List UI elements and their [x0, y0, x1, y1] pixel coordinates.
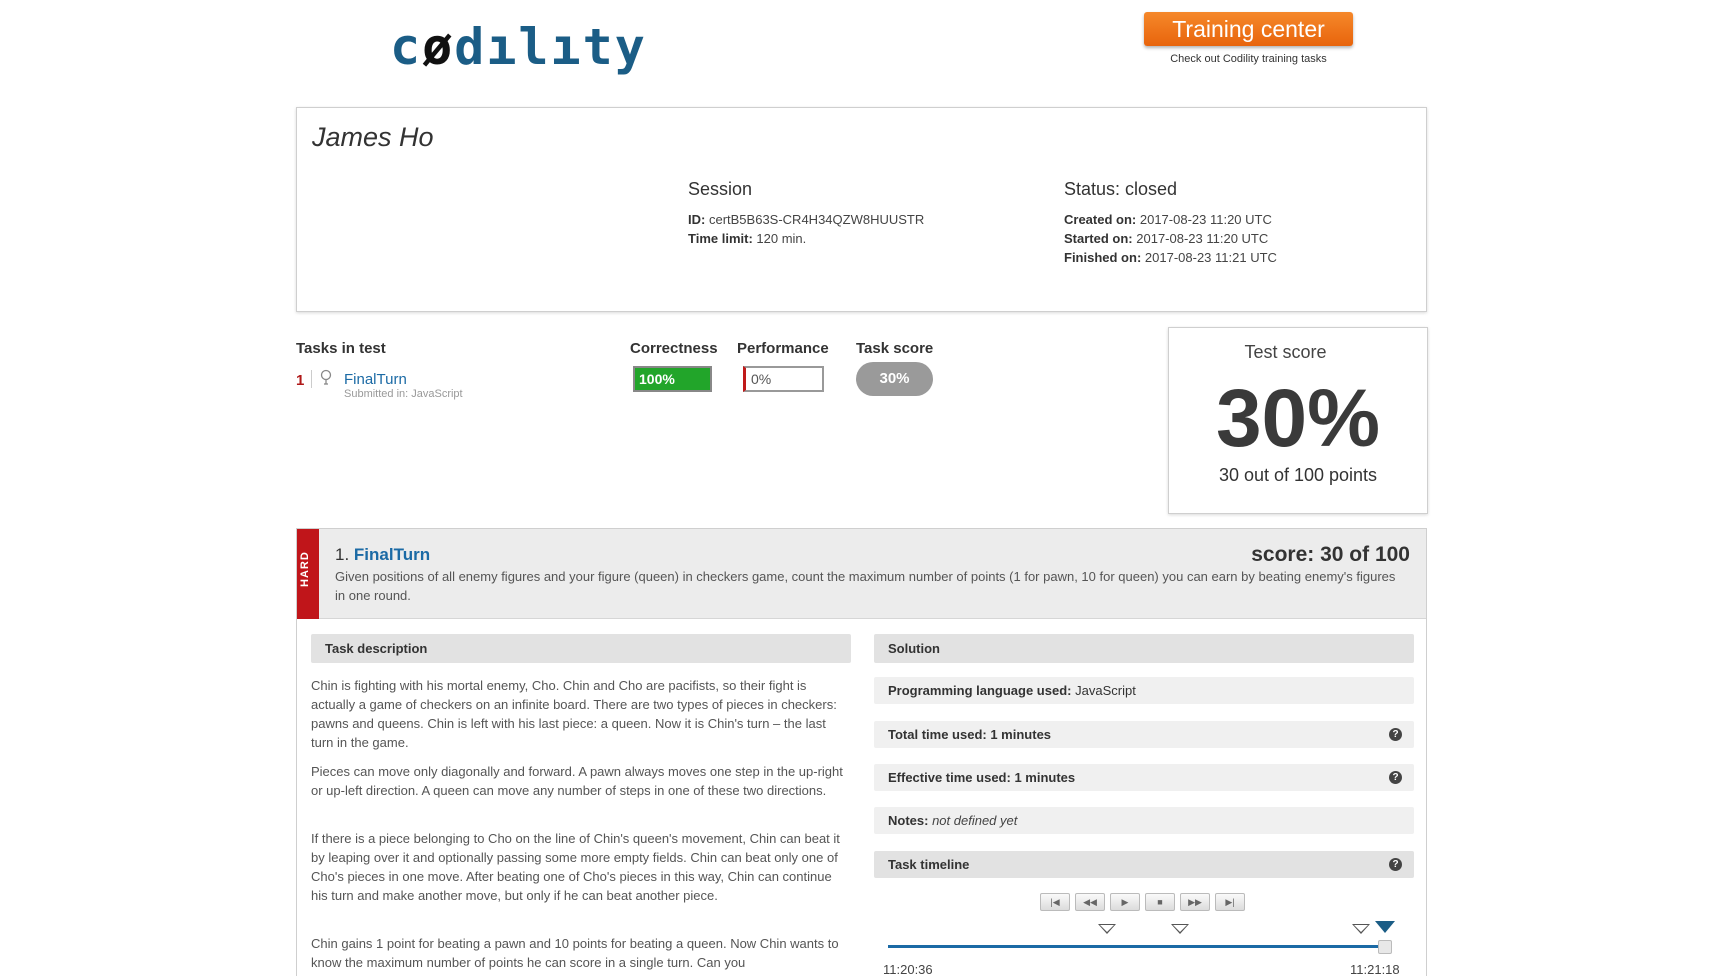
- timeline-forward-button[interactable]: ▶▶: [1180, 893, 1210, 911]
- effective-time-row: Effective time used: 1 minutes ?: [874, 764, 1414, 791]
- timeline-end-time: 11:21:18: [1350, 962, 1400, 976]
- created-on: Created on: 2017-08-23 11:20 UTC: [1064, 212, 1272, 227]
- tasks-in-test-header: Tasks in test: [296, 340, 386, 357]
- task-detail-panel: HARD 1. FinalTurn score: 30 of 100 Given…: [296, 528, 1427, 976]
- test-score-points: 30 out of 100 points: [1218, 465, 1378, 485]
- solution-header: Solution: [874, 634, 1414, 663]
- task-summary: Given positions of all enemy figures and…: [335, 569, 1396, 603]
- timeline-first-button[interactable]: |◀: [1040, 893, 1070, 911]
- session-block: Session ID: certB5B63S-CR4H34QZW8HUUSTR …: [688, 179, 924, 248]
- description-paragraph: Chin is fighting with his mortal enemy, …: [311, 678, 837, 750]
- timeline-last-button[interactable]: ▶|: [1215, 893, 1245, 911]
- timeline-start-time: 11:20:36: [883, 962, 933, 976]
- task-link-finalturn[interactable]: FinalTurn: [344, 371, 407, 388]
- task-score-header: Task score: [856, 340, 934, 357]
- help-icon[interactable]: ?: [1389, 858, 1402, 871]
- task-timeline-header: Task timeline ?: [874, 851, 1414, 878]
- timeline-rewind-button[interactable]: ◀◀: [1075, 893, 1105, 911]
- status-block: Status: closed Created on: 2017-08-23 11…: [1064, 179, 1277, 267]
- help-icon[interactable]: ?: [1389, 728, 1402, 741]
- session-time-limit: Time limit: 120 min.: [688, 231, 807, 246]
- task-number: 1: [296, 372, 305, 389]
- task-detail-score: score: 30 of 100: [1251, 543, 1410, 566]
- timeline-stop-button[interactable]: ■: [1145, 893, 1175, 911]
- correctness-bar: 100%: [633, 366, 712, 392]
- timeline-marker-icon[interactable]: [1171, 924, 1189, 934]
- performance-header: Performance: [737, 340, 829, 357]
- session-title: Session: [688, 179, 753, 199]
- candidate-name: James Ho: [312, 122, 434, 152]
- total-time-row: Total time used: 1 minutes ?: [874, 721, 1414, 748]
- help-icon[interactable]: ?: [1389, 771, 1402, 784]
- test-score-title: Test score: [1244, 342, 1327, 362]
- timeline-current-marker-icon[interactable]: [1375, 921, 1395, 933]
- timeline-marker-icon[interactable]: [1098, 924, 1116, 934]
- difficulty-label: HARD: [299, 551, 311, 587]
- difficulty-strip: HARD: [297, 529, 319, 619]
- timeline-marker-icon[interactable]: [1352, 924, 1370, 934]
- lightbulb-icon: [320, 369, 332, 385]
- task-detail-header: HARD 1. FinalTurn score: 30 of 100 Given…: [297, 529, 1426, 619]
- test-score-value: 30%: [1215, 373, 1381, 464]
- notes-row: Notes: not defined yet: [874, 807, 1414, 834]
- description-paragraph: Pieces can move only diagonally and forw…: [311, 764, 843, 798]
- candidate-card: James Ho Session ID: certB5B63S-CR4H34QZ…: [296, 107, 1427, 312]
- timeline-slider-handle[interactable]: [1378, 940, 1392, 954]
- page: cødılıty Training center Check out Codil…: [0, 0, 1735, 976]
- finished-on: Finished on: 2017-08-23 11:21 UTC: [1064, 250, 1277, 265]
- programming-language-row: Programming language used: JavaScript: [874, 677, 1414, 704]
- divider: [311, 370, 312, 388]
- training-center-subtitle: Check out Codility training tasks: [1170, 53, 1327, 65]
- task-submitted-language: Submitted in: JavaScript: [344, 388, 463, 400]
- status-title: Status: closed: [1064, 179, 1178, 199]
- task-description-header: Task description: [311, 634, 851, 663]
- task-score-badge: 30%: [856, 362, 933, 396]
- correctness-header: Correctness: [630, 340, 718, 357]
- training-center-button[interactable]: Training center: [1144, 12, 1353, 46]
- timeline-play-button[interactable]: ▶: [1110, 893, 1140, 911]
- description-paragraph: If there is a piece belonging to Cho on …: [311, 831, 840, 903]
- task-detail-title: 1. FinalTurn: [335, 545, 431, 564]
- session-id: ID: certB5B63S-CR4H34QZW8HUUSTR: [688, 212, 925, 227]
- started-on: Started on: 2017-08-23 11:20 UTC: [1064, 231, 1269, 246]
- timeline-track[interactable]: [888, 945, 1386, 948]
- performance-bar: 0%: [743, 366, 824, 392]
- codility-logo[interactable]: cødılıty: [390, 18, 647, 76]
- test-score-card: Test score 30% 30 out of 100 points: [1168, 327, 1428, 514]
- task-detail-link[interactable]: FinalTurn: [354, 545, 430, 564]
- description-paragraph: Chin gains 1 point for beating a pawn an…: [311, 936, 839, 970]
